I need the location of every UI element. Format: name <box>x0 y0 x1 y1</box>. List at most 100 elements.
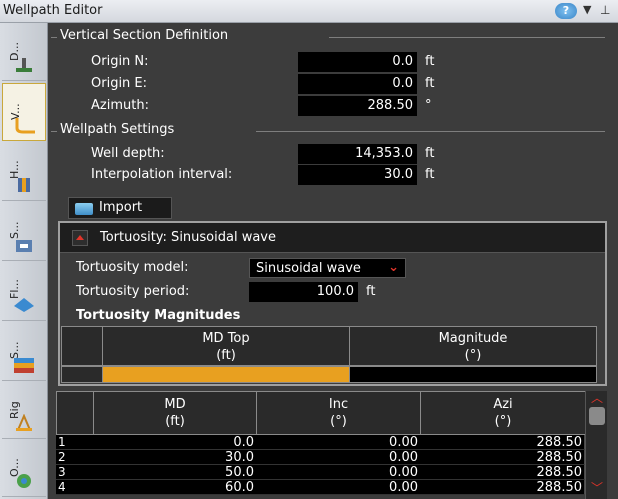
origin-e-label: Origin E: <box>91 76 148 91</box>
md-cell[interactable]: 30.0 <box>93 450 257 465</box>
column-header-inc[interactable]: Inc (°) <box>256 391 421 435</box>
grid-scrollbar[interactable]: ︿ ﹀ <box>585 391 607 499</box>
import-button[interactable]: Import <box>68 197 172 219</box>
inc-cell[interactable]: 0.00 <box>256 450 421 465</box>
column-header-md-top[interactable]: MD Top (ft) <box>102 326 350 366</box>
azi-cell[interactable]: 288.50 <box>420 450 585 465</box>
hole-icon <box>18 178 30 192</box>
column-name: Azi <box>493 397 513 412</box>
azimuth-label: Azimuth: <box>91 98 149 113</box>
origin-n-field[interactable]: 0.0 <box>298 52 417 72</box>
interpolation-unit: ft <box>425 167 435 182</box>
origin-e-unit: ft <box>425 76 435 91</box>
chevron-down-icon: ⌄ <box>388 260 399 275</box>
derrick-icon <box>16 58 32 72</box>
sidebar-tab-strata[interactable]: S... <box>2 323 46 381</box>
dropdown-icon[interactable]: ▼ <box>583 3 591 16</box>
well-depth-field[interactable]: 14,353.0 <box>298 144 417 164</box>
tortuosity-model-label: Tortuosity model: <box>76 260 189 275</box>
strata-icon <box>14 358 34 373</box>
rig-icon <box>16 414 32 431</box>
origin-e-field[interactable]: 0.0 <box>298 74 417 94</box>
column-unit: (°) <box>330 414 347 429</box>
sidebar-tab-derrick[interactable]: D... <box>2 25 46 81</box>
sidebar-tab-hole[interactable]: H... <box>2 143 46 201</box>
column-name: Inc <box>328 397 349 412</box>
sidebar-tab-label: Fl... <box>8 279 21 299</box>
inc-cell[interactable]: 0.00 <box>256 465 421 480</box>
row-number: 1 <box>56 435 94 450</box>
collapse-button[interactable] <box>72 230 88 246</box>
row-header <box>61 366 103 383</box>
operations-icon <box>17 474 31 488</box>
window-title: Wellpath Editor <box>3 3 103 18</box>
section-divider <box>51 37 57 38</box>
section-divider <box>51 131 57 132</box>
row-header-corner <box>56 391 94 435</box>
well-depth-unit: ft <box>425 146 435 161</box>
column-header-md[interactable]: MD (ft) <box>93 391 257 435</box>
column-unit: (ft) <box>216 348 236 363</box>
scroll-thumb[interactable] <box>589 407 605 425</box>
column-name: MD Top <box>202 331 250 346</box>
tortuosity-model-value: Sinusoidal wave <box>256 261 361 276</box>
column-name: Magnitude <box>438 331 508 346</box>
tortuosity-title: Tortuosity: Sinusoidal wave <box>100 230 276 245</box>
inc-cell[interactable]: 0.00 <box>256 435 421 450</box>
azi-cell[interactable]: 288.50 <box>420 465 585 480</box>
row-header-corner <box>61 326 103 366</box>
scroll-up-icon[interactable]: ︿ <box>590 392 604 404</box>
tortuosity-magnitudes-title: Tortuosity Magnitudes <box>76 308 241 323</box>
origin-n-unit: ft <box>425 54 435 69</box>
fluid-icon <box>14 298 34 312</box>
md-cell[interactable]: 60.0 <box>93 480 257 495</box>
column-unit: (°) <box>464 348 482 363</box>
well-depth-label: Well depth: <box>91 146 165 161</box>
magnitude-md-top-cell[interactable] <box>102 366 350 383</box>
azimuth-unit: ° <box>425 98 432 113</box>
origin-n-label: Origin N: <box>91 54 149 69</box>
tortuosity-period-label: Tortuosity period: <box>76 284 190 299</box>
column-unit: (°) <box>494 414 512 429</box>
sidebar-tab-wellpath[interactable]: V... <box>2 83 46 141</box>
tortuosity-model-select[interactable]: Sinusoidal wave ⌄ <box>249 258 406 278</box>
section-header-wellpath-settings: Wellpath Settings <box>60 122 175 137</box>
sidebar-tab-rig[interactable]: Rig <box>2 383 46 439</box>
interpolation-field[interactable]: 30.0 <box>298 165 417 185</box>
section-header-vertical: Vertical Section Definition <box>60 28 229 43</box>
sidebar-tab-label: S... <box>8 221 21 239</box>
sidebar-tab-fluid[interactable]: Fl... <box>2 263 46 321</box>
inc-cell[interactable]: 0.00 <box>256 480 421 495</box>
scroll-down-icon[interactable]: ﹀ <box>590 482 604 494</box>
tortuosity-header: Tortuosity: Sinusoidal wave <box>60 223 605 253</box>
row-number: 3 <box>56 465 94 480</box>
sidebar: D... V... H... S... Fl... S... Rig O... <box>0 23 48 499</box>
md-cell[interactable]: 0.0 <box>93 435 257 450</box>
wellpath-icon <box>15 118 35 134</box>
row-number: 4 <box>56 480 94 495</box>
column-unit: (ft) <box>165 414 185 429</box>
row-number: 2 <box>56 450 94 465</box>
tortuosity-period-unit: ft <box>366 284 376 299</box>
section-divider <box>256 131 605 132</box>
md-cell[interactable]: 50.0 <box>93 465 257 480</box>
column-header-magnitude[interactable]: Magnitude (°) <box>349 326 597 366</box>
help-icon[interactable]: ? <box>555 3 577 19</box>
sidebar-tab-label: S... <box>8 341 21 359</box>
string-icon <box>16 240 32 252</box>
import-button-label: Import <box>99 200 143 215</box>
interpolation-label: Interpolation interval: <box>91 167 233 182</box>
sidebar-tab-operations[interactable]: O... <box>2 441 46 497</box>
azimuth-field[interactable]: 288.50 <box>298 96 417 116</box>
pin-icon[interactable]: ⊥ <box>600 3 610 17</box>
azi-cell[interactable]: 288.50 <box>420 435 585 450</box>
title-bar: Wellpath Editor ? ▼ ⊥ <box>0 0 618 23</box>
section-divider <box>329 37 605 38</box>
folder-icon <box>75 203 93 215</box>
column-header-azi[interactable]: Azi (°) <box>420 391 586 435</box>
column-name: MD <box>164 397 186 412</box>
sidebar-tab-string[interactable]: S... <box>2 203 46 261</box>
magnitude-value-cell[interactable] <box>349 366 597 383</box>
tortuosity-period-field[interactable]: 100.0 <box>249 282 358 302</box>
azi-cell[interactable]: 288.50 <box>420 480 585 495</box>
